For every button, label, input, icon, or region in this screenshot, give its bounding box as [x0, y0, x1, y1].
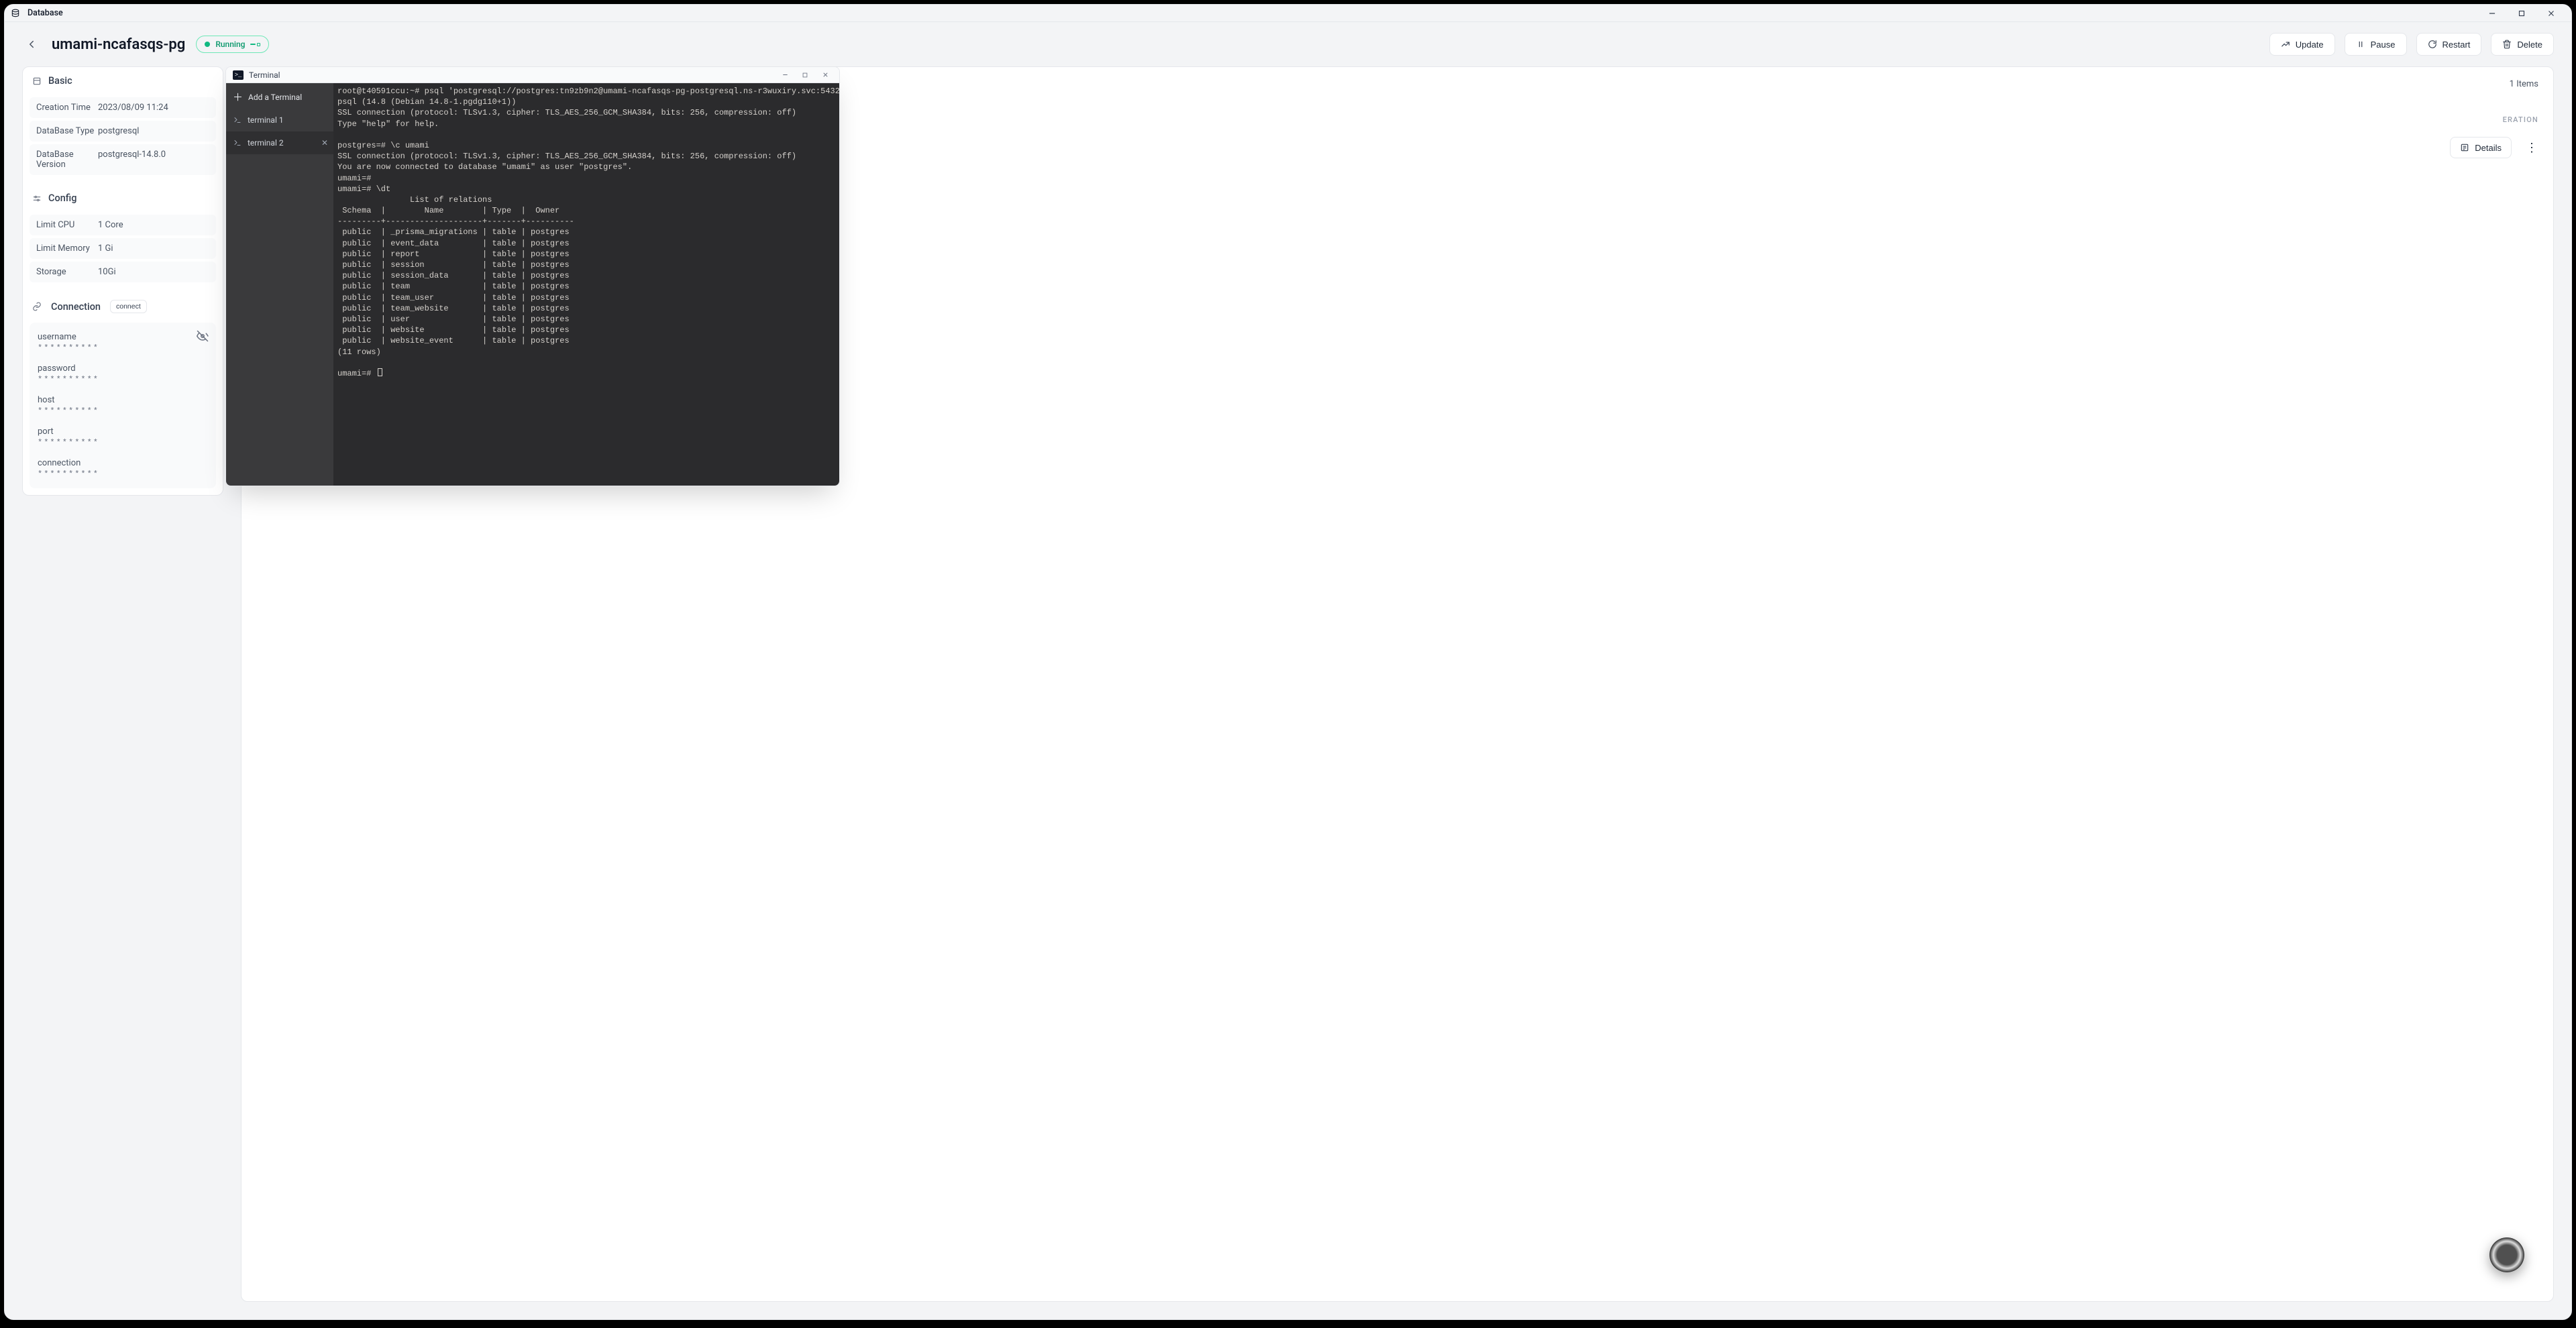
- terminal-title: Terminal: [249, 70, 280, 80]
- terminal-close-button[interactable]: [815, 68, 835, 82]
- pause-button[interactable]: Pause: [2345, 33, 2407, 56]
- cred-connection: connection **********: [38, 454, 208, 486]
- row-limit-memory: Limit Memory 1 Gi: [30, 238, 216, 259]
- add-terminal-label: Add a Terminal: [248, 93, 302, 102]
- cred-password-label: password: [38, 364, 208, 374]
- cred-username: username **********: [38, 328, 208, 359]
- update-button[interactable]: Update: [2269, 33, 2335, 56]
- cred-port-label: port: [38, 427, 208, 437]
- terminal-tab-1[interactable]: terminal 1: [226, 109, 333, 131]
- key-creation-time: Creation Time: [36, 103, 98, 113]
- terminal-window: >_ Terminal ＋ Add a Terminal: [225, 66, 840, 486]
- details-button[interactable]: Details: [2450, 137, 2512, 158]
- window-maximize-button[interactable]: [2507, 5, 2536, 21]
- status-badge: Running: [196, 36, 269, 53]
- cred-port: port **********: [38, 423, 208, 454]
- cred-connection-value: **********: [38, 468, 208, 479]
- val-limit-memory: 1 Gi: [98, 243, 113, 254]
- cred-host-label: host: [38, 395, 208, 405]
- plus-icon: ＋: [233, 93, 243, 103]
- pause-label: Pause: [2371, 40, 2396, 50]
- connect-button[interactable]: connect: [110, 300, 147, 313]
- cred-port-value: **********: [38, 437, 208, 447]
- row-db-version: DataBase Version postgresql-14.8.0: [30, 144, 216, 175]
- add-terminal-button[interactable]: ＋ Add a Terminal: [226, 86, 333, 109]
- visibility-toggle[interactable]: [195, 328, 211, 344]
- status-text: Running: [215, 40, 245, 49]
- cred-host: host **********: [38, 391, 208, 423]
- toolbar: Update Pause Restart Delete: [2269, 33, 2554, 56]
- page-title: umami-ncafasqs-pg: [52, 36, 185, 53]
- cred-username-value: **********: [38, 342, 208, 353]
- row-limit-cpu: Limit CPU 1 Core: [30, 215, 216, 235]
- key-db-version: DataBase Version: [36, 150, 98, 170]
- details-label: Details: [2475, 143, 2502, 153]
- database-icon: [10, 8, 21, 19]
- terminal-tab-icon: [233, 138, 242, 148]
- key-limit-memory: Limit Memory: [36, 243, 98, 254]
- back-button[interactable]: [22, 35, 41, 54]
- cred-password: password **********: [38, 359, 208, 391]
- app-titlebar: Database: [5, 5, 2571, 22]
- val-storage: 10Gi: [98, 267, 116, 277]
- terminal-output[interactable]: root@t40591ccu:~# psql 'postgresql://pos…: [333, 83, 839, 486]
- key-storage: Storage: [36, 267, 98, 277]
- val-creation-time: 2023/08/09 11:24: [98, 103, 168, 113]
- terminal-tab-2-label: terminal 2: [248, 138, 284, 148]
- restart-label: Restart: [2443, 40, 2471, 50]
- terminal-output-text: root@t40591ccu:~# psql 'postgresql://pos…: [337, 87, 839, 378]
- row-db-type: DataBase Type postgresql: [30, 121, 216, 142]
- val-db-version: postgresql-14.8.0: [98, 150, 166, 170]
- items-count: 1 Items: [2510, 79, 2538, 89]
- status-activity-icon: [250, 43, 260, 46]
- terminal-tab-icon: [233, 115, 242, 125]
- assistant-bubble[interactable]: [2489, 1237, 2524, 1272]
- update-label: Update: [2296, 40, 2324, 50]
- credentials-block: username ********** password ********** …: [30, 323, 216, 488]
- row-creation-time: Creation Time 2023/08/09 11:24: [30, 97, 216, 118]
- page-header: umami-ncafasqs-pg Running Update Pause: [5, 22, 2571, 66]
- key-limit-cpu: Limit CPU: [36, 220, 98, 230]
- config-title: Config: [48, 192, 76, 204]
- val-db-type: postgresql: [98, 126, 139, 136]
- app-title: Database: [28, 8, 63, 18]
- column-header-operation: ERATION: [2503, 115, 2538, 124]
- terminal-icon: >_: [233, 70, 244, 80]
- window-minimize-button[interactable]: [2477, 5, 2507, 21]
- terminal-cursor: [378, 368, 382, 376]
- terminal-maximize-button[interactable]: [795, 68, 815, 82]
- connection-title: Connection: [51, 301, 101, 313]
- cred-password-value: **********: [38, 374, 208, 384]
- status-dot-icon: [205, 42, 210, 47]
- row-more-button[interactable]: ⋮: [2525, 141, 2538, 155]
- window-close-button[interactable]: [2536, 5, 2566, 21]
- cred-connection-label: connection: [38, 458, 208, 468]
- cred-username-label: username: [38, 332, 208, 342]
- cred-host-value: **********: [38, 405, 208, 416]
- restart-button[interactable]: Restart: [2416, 33, 2482, 56]
- delete-button[interactable]: Delete: [2491, 33, 2554, 56]
- val-limit-cpu: 1 Core: [98, 220, 123, 230]
- key-db-type: DataBase Type: [36, 126, 98, 136]
- row-storage: Storage 10Gi: [30, 262, 216, 282]
- delete-label: Delete: [2517, 40, 2542, 50]
- terminal-tab-2[interactable]: terminal 2 ✕: [226, 131, 333, 154]
- basic-card: Basic Creation Time 2023/08/09 11:24 Dat…: [22, 66, 223, 496]
- terminal-titlebar[interactable]: >_ Terminal: [226, 67, 839, 83]
- terminal-tab-1-label: terminal 1: [248, 115, 284, 125]
- terminal-sidebar: ＋ Add a Terminal terminal 1 terminal 2: [226, 83, 333, 486]
- terminal-minimize-button[interactable]: [775, 68, 795, 82]
- close-tab-button[interactable]: ✕: [321, 138, 328, 148]
- basic-title: Basic: [48, 75, 72, 87]
